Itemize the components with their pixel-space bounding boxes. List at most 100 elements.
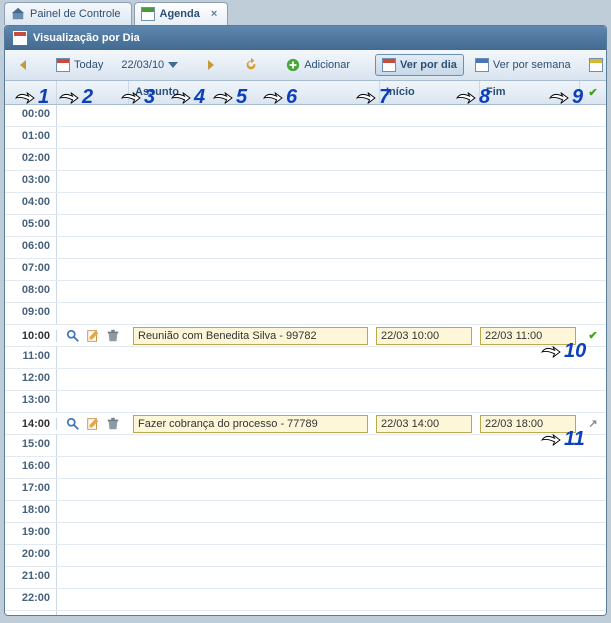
date-picker[interactable]: 22/03/10 — [114, 55, 185, 75]
hour-row: 17:00 — [5, 479, 606, 501]
calendar-icon — [13, 31, 27, 45]
hour-row: 04:00 — [5, 193, 606, 215]
hour-label: 02:00 — [5, 149, 57, 170]
hour-label: 21:00 — [5, 567, 57, 588]
hour-row: 22:00 — [5, 589, 606, 611]
hour-row: 13:00 — [5, 391, 606, 413]
hour-label: 11:00 — [5, 347, 57, 368]
refresh-icon — [244, 58, 258, 72]
calendar-month-icon — [589, 58, 603, 72]
hour-label: 01:00 — [5, 127, 57, 148]
hour-label: 13:00 — [5, 391, 57, 412]
calendar-week-icon — [475, 58, 489, 72]
col-subject[interactable]: Assunto — [129, 81, 380, 104]
view-month-button[interactable]: Ver por mês — [582, 54, 607, 76]
event-subject[interactable]: Fazer cobrança do processo - 77789 — [133, 415, 368, 433]
hour-row: 00:00 — [5, 105, 606, 127]
event-start[interactable]: 22/03 10:00 — [376, 327, 472, 345]
magnifier-icon[interactable] — [66, 329, 80, 343]
hour-label: 15:00 — [5, 435, 57, 456]
hour-label: 04:00 — [5, 193, 57, 214]
window-title: Visualização por Dia — [5, 26, 606, 50]
event-row[interactable]: 14:00 Fazer cobrança do processo - 77789 2… — [5, 413, 606, 435]
refresh-button[interactable] — [237, 54, 265, 76]
hour-label: 18:00 — [5, 501, 57, 522]
hour-row: 18:00 — [5, 501, 606, 523]
view-week-button[interactable]: Ver por semana — [468, 54, 578, 76]
hour-row: 23:00 — [5, 611, 606, 615]
day-grid[interactable]: 00:0001:0002:0003:0004:0005:0006:0007:00… — [5, 105, 606, 615]
event-row[interactable]: 10:00 Reunião com Benedita Silva - 99782 2… — [5, 325, 606, 347]
delete-icon[interactable] — [106, 417, 120, 431]
event-subject[interactable]: Reunião com Benedita Silva - 99782 — [133, 327, 368, 345]
hour-row: 06:00 — [5, 237, 606, 259]
prev-button[interactable] — [11, 58, 35, 72]
hour-label: 12:00 — [5, 369, 57, 390]
delete-icon[interactable] — [106, 329, 120, 343]
hour-row: 12:00 — [5, 369, 606, 391]
toolbar: Today 22/03/10 Adicionar Ver por dia Ver… — [5, 50, 606, 81]
hour-row: 03:00 — [5, 171, 606, 193]
event-time: 14:00 — [5, 418, 57, 430]
check-icon: ✔ — [588, 87, 597, 99]
col-start[interactable]: Início — [380, 81, 480, 104]
calendar-icon — [141, 7, 155, 21]
hour-label: 05:00 — [5, 215, 57, 236]
event-start[interactable]: 22/03 14:00 — [376, 415, 472, 433]
hour-row: 11:00 — [5, 347, 606, 369]
col-end[interactable]: Fim — [480, 81, 580, 104]
hour-row: 20:00 — [5, 545, 606, 567]
hour-row: 19:00 — [5, 523, 606, 545]
hour-row: 08:00 — [5, 281, 606, 303]
today-button[interactable]: Today — [49, 54, 110, 76]
hour-label: 08:00 — [5, 281, 57, 302]
tab-control-panel[interactable]: Painel de Controle — [4, 2, 132, 25]
hour-row: 21:00 — [5, 567, 606, 589]
add-button[interactable]: Adicionar — [279, 54, 357, 76]
hour-label: 17:00 — [5, 479, 57, 500]
event-done[interactable]: ↗ — [580, 417, 606, 430]
home-icon — [11, 7, 25, 21]
hour-label: 07:00 — [5, 259, 57, 280]
tab-label: Agenda — [160, 8, 200, 20]
edit-icon[interactable] — [86, 329, 100, 343]
next-button[interactable] — [199, 58, 223, 72]
event-end[interactable]: 22/03 18:00 — [480, 415, 576, 433]
hour-row: 01:00 — [5, 127, 606, 149]
tab-label: Painel de Controle — [30, 8, 121, 20]
hour-label: 03:00 — [5, 171, 57, 192]
add-label: Adicionar — [304, 59, 350, 71]
edit-icon[interactable] — [86, 417, 100, 431]
hour-label: 19:00 — [5, 523, 57, 544]
arrow-right-icon — [208, 60, 214, 70]
today-label: Today — [74, 59, 103, 71]
hour-row: 09:00 — [5, 303, 606, 325]
tab-agenda[interactable]: Agenda × — [134, 2, 229, 25]
hour-label: 20:00 — [5, 545, 57, 566]
view-day-label: Ver por dia — [400, 59, 457, 71]
hour-label: 00:00 — [5, 105, 57, 126]
window-title-text: Visualização por Dia — [33, 32, 140, 44]
hour-row: 05:00 — [5, 215, 606, 237]
view-day-button[interactable]: Ver por dia — [375, 54, 464, 76]
hour-label: 09:00 — [5, 303, 57, 324]
calendar-icon — [56, 58, 70, 72]
hour-row: 15:00 — [5, 435, 606, 457]
chevron-down-icon — [168, 62, 178, 68]
magnifier-icon[interactable] — [66, 417, 80, 431]
plus-icon — [286, 58, 300, 72]
event-time: 10:00 — [5, 330, 57, 342]
calendar-day-icon — [382, 58, 396, 72]
event-end[interactable]: 22/03 11:00 — [480, 327, 576, 345]
view-week-label: Ver por semana — [493, 59, 571, 71]
column-headers: Assunto Início Fim ✔ — [5, 81, 606, 105]
date-value: 22/03/10 — [121, 59, 164, 71]
hour-row: 02:00 — [5, 149, 606, 171]
hour-row: 07:00 — [5, 259, 606, 281]
hour-row: 16:00 — [5, 457, 606, 479]
event-done[interactable]: ✔ — [580, 329, 606, 342]
hour-label: 23:00 — [5, 611, 57, 615]
hour-label: 06:00 — [5, 237, 57, 258]
hour-label: 22:00 — [5, 589, 57, 610]
close-icon[interactable]: × — [211, 8, 217, 20]
